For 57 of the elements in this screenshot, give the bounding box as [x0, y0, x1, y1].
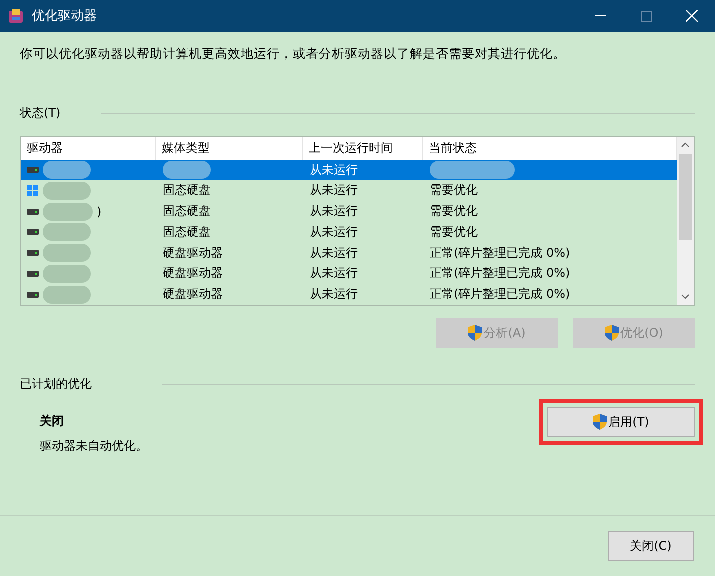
table-cell: 需要优化	[430, 203, 478, 220]
table-cell: 硬盘驱动器	[163, 286, 223, 304]
table-cell: 硬盘驱动器	[163, 244, 223, 262]
section-label: 已计划的优化	[20, 376, 92, 393]
blurred-patch	[43, 286, 91, 304]
blurred-patch	[43, 264, 91, 283]
table-cell: 从未运行	[310, 265, 358, 282]
drive-row[interactable]: 硬盘驱动器 从未运行 正常(碎片整理已完成 0%)	[21, 263, 677, 284]
drive-icon	[27, 270, 39, 277]
table-cell: 从未运行	[310, 203, 358, 220]
drive-row[interactable]: 硬盘驱动器 从未运行 正常(碎片整理已完成 0%)	[21, 284, 677, 305]
shield-icon	[468, 325, 482, 341]
shield-icon	[592, 414, 607, 430]
window-title: 优化驱动器	[32, 8, 98, 25]
close-button[interactable]: 关闭(C)	[608, 531, 694, 561]
table-cell: 正常(碎片整理已完成 0%)	[430, 286, 570, 304]
table-cell: 从未运行	[310, 244, 358, 262]
table-cell: 需要优化	[430, 224, 478, 241]
close-icon[interactable]	[686, 10, 698, 22]
shield-icon	[604, 325, 619, 341]
enable-button[interactable]: 启用(T)	[547, 407, 695, 437]
table-cell: )	[97, 204, 102, 219]
table-cell: 固态硬盘	[163, 203, 211, 220]
table-cell: 正常(碎片整理已完成 0%)	[430, 265, 570, 282]
drive-row[interactable]: 硬盘驱动器 从未运行 正常(碎片整理已完成 0%)	[21, 242, 677, 264]
table-cell: 需要优化	[430, 182, 478, 200]
drive-row[interactable]: 从未运行	[21, 160, 677, 180]
blurred-patch	[43, 223, 91, 242]
table-cell: 固态硬盘	[163, 182, 211, 200]
drive-icon	[27, 292, 39, 298]
drive-row[interactable]: ) 固态硬盘 从未运行 需要优化	[21, 201, 677, 222]
intro-text: 你可以优化驱动器以帮助计算机更高效地运行，或者分析驱动器以了解是否需要对其进行优化。	[20, 46, 567, 63]
table-cell: 正常(碎片整理已完成 0%)	[430, 244, 570, 262]
table-cell: 从未运行	[310, 182, 358, 200]
blurred-patch	[43, 161, 91, 180]
table-cell: 硬盘驱动器	[163, 265, 223, 282]
app-icon	[8, 8, 24, 24]
schedule-state: 关闭	[40, 413, 65, 430]
blurred-patch	[43, 202, 93, 221]
table-cell: 从未运行	[310, 224, 358, 241]
section-label: 状态(T)	[20, 105, 61, 122]
blurred-patch	[163, 161, 211, 180]
table-cell: 从未运行	[310, 162, 358, 179]
windows-drive-icon	[27, 184, 39, 197]
table-cell: 从未运行	[310, 286, 358, 304]
drive-icon	[27, 167, 39, 174]
drive-icon	[27, 229, 39, 236]
minimize-icon[interactable]	[594, 15, 606, 17]
drive-icon	[27, 250, 39, 256]
schedule-description: 驱动器未自动优化。	[40, 438, 148, 455]
drive-row[interactable]: 固态硬盘 从未运行 需要优化	[21, 180, 677, 202]
scrollbar[interactable]	[677, 137, 694, 305]
table-cell: 固态硬盘	[163, 224, 211, 241]
blurred-patch	[43, 182, 91, 200]
drive-icon	[27, 208, 39, 215]
blurred-patch	[43, 244, 91, 262]
drive-row[interactable]: 固态硬盘 从未运行 需要优化	[21, 222, 677, 243]
